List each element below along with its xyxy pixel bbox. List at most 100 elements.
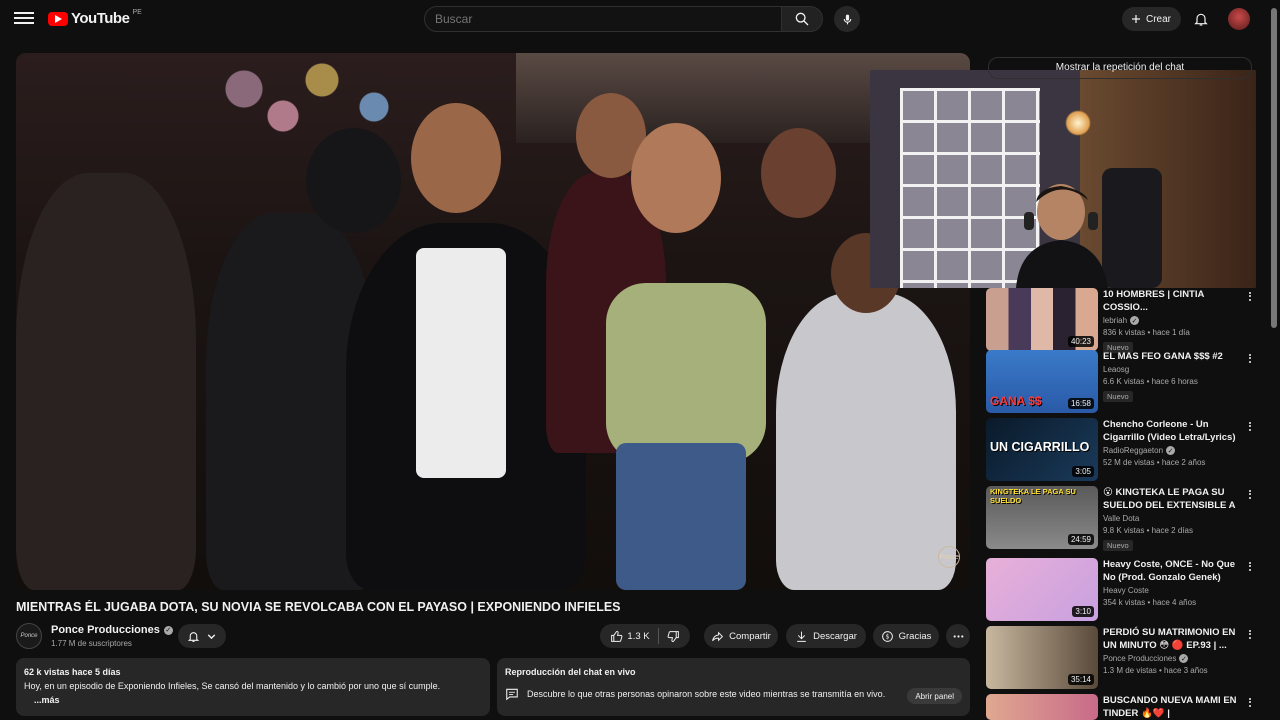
duration-badge: 35:14 — [1067, 674, 1094, 685]
list-item[interactable]: KINGTEKA LE PAGA SU SUELDO 24:59 😮 KINGT… — [986, 486, 1256, 553]
share-button[interactable]: Compartir — [704, 624, 778, 648]
description-more-link[interactable]: ...más — [24, 695, 482, 705]
channel-name: Heavy Coste — [1103, 586, 1149, 595]
notifications-button[interactable] — [1190, 8, 1212, 30]
video-thumbnail[interactable]: 40:23 — [986, 288, 1098, 351]
video-thumbnail[interactable]: 3:10 — [986, 558, 1098, 621]
video-frame-person — [776, 293, 956, 590]
voice-search-button[interactable] — [834, 6, 860, 32]
video-info: 10 HOMBRES | CINTIA COSSIO... lebriah ✓ 8… — [1103, 288, 1241, 355]
more-options-icon[interactable] — [1246, 560, 1254, 574]
duration-badge: 24:59 — [1067, 534, 1094, 545]
video-info: BUSCANDO NUEVA MAMI EN TINDER 🔥❤️ | SACH… — [1103, 694, 1241, 720]
description-box[interactable]: 62 k vistas hace 5 días Hoy, en un episo… — [16, 658, 490, 716]
pip-streamer-overlay[interactable] — [870, 70, 1256, 288]
channel-name-link[interactable]: Ponce Producciones ✓ — [51, 624, 173, 636]
share-label: Compartir — [729, 630, 771, 642]
video-thumbnail[interactable]: KINGTEKA LE PAGA SU SUELDO 24:59 — [986, 486, 1098, 549]
video-thumbnail[interactable]: 35:14 — [986, 626, 1098, 689]
list-item[interactable]: BUSCANDO NUEVA MAMI EN TINDER 🔥❤️ | SACH… — [986, 694, 1256, 720]
menu-icon[interactable] — [14, 9, 34, 29]
duration-badge: 16:58 — [1067, 398, 1094, 409]
logo-country-code: PE — [132, 9, 142, 16]
video-info: PERDIÓ SU MATRIMONIO EN UN MINUTO 😳 🔴 EP… — [1103, 626, 1241, 675]
video-title: Chencho Corleone - Un Cigarrillo (Video … — [1103, 419, 1236, 443]
page-scrollbar[interactable] — [1271, 8, 1277, 328]
owner-row: Ponce Ponce Producciones ✓ 1.77 M de sus… — [16, 622, 970, 650]
video-title: 10 HOMBRES | CINTIA COSSIO... — [1103, 289, 1205, 313]
video-meta: 52 M de vistas • hace 2 años — [1103, 458, 1206, 467]
thanks-icon: $ — [881, 630, 893, 642]
video-info: 😮 KINGTEKA LE PAGA SU SUELDO DEL EXTENSI… — [1103, 486, 1241, 553]
logo-text: YouTube — [71, 10, 130, 27]
channel-name: Ponce Producciones — [51, 624, 160, 636]
more-horizontal-icon — [953, 634, 963, 638]
chat-replay-row: Descubre lo que otras personas opinaron … — [505, 687, 962, 701]
more-options-icon[interactable] — [1246, 488, 1254, 502]
more-actions-button[interactable] — [946, 624, 970, 648]
channel-name: Ponce Producciones — [1103, 654, 1177, 663]
search-icon — [795, 12, 809, 26]
video-meta: 354 k vistas • hace 4 años — [1103, 598, 1197, 607]
list-item[interactable]: UN CIGARRILLO 3:05 Chencho Corleone - Un… — [986, 418, 1256, 482]
channel-name: RadioReggaeton — [1103, 446, 1164, 455]
list-item[interactable]: 40:23 10 HOMBRES | CINTIA COSSIO... lebr… — [986, 288, 1256, 355]
account-avatar[interactable] — [1228, 8, 1250, 30]
more-options-icon[interactable] — [1246, 290, 1254, 304]
video-player[interactable]: Ponce — [16, 53, 970, 590]
new-badge: Nuevo — [1103, 391, 1133, 402]
video-thumbnail[interactable]: GANA $$ 16:58 — [986, 350, 1098, 413]
description-text: Hoy, en un episodio de Exponiendo Infiel… — [24, 681, 441, 691]
video-thumbnail[interactable] — [986, 694, 1098, 720]
channel-name: Leaosg — [1103, 365, 1130, 374]
duration-badge: 3:05 — [1072, 466, 1094, 477]
video-title: PERDIÓ SU MATRIMONIO EN UN MINUTO 😳 🔴 EP… — [1103, 627, 1236, 651]
download-button[interactable]: Descargar — [786, 624, 866, 648]
verified-icon: ✓ — [1179, 654, 1189, 663]
chevron-down-icon — [207, 633, 215, 639]
youtube-play-icon — [48, 11, 68, 26]
ponce-watermark-logo: Ponce — [938, 546, 960, 568]
video-info: Chencho Corleone - Un Cigarrillo (Video … — [1103, 418, 1241, 467]
show-chat-replay-button[interactable]: Mostrar la repetición del chat — [988, 57, 1252, 79]
video-meta: 1.3 M de vistas • hace 3 años — [1103, 666, 1208, 675]
more-options-icon[interactable] — [1246, 628, 1254, 642]
video-frame-person — [606, 283, 766, 463]
subscriber-count: 1.77 M de suscriptores — [51, 639, 132, 648]
more-options-icon[interactable] — [1246, 696, 1254, 710]
youtube-logo[interactable]: YouTube PE — [48, 9, 142, 27]
video-info: EL MAS FEO GANA $$$ #2 Leaosg 6.6 K vist… — [1103, 350, 1241, 404]
bell-icon — [1194, 13, 1208, 26]
more-options-icon[interactable] — [1246, 352, 1254, 366]
search-button[interactable] — [781, 6, 823, 32]
pip-streamer — [1016, 184, 1108, 288]
duration-badge: 3:10 — [1072, 606, 1094, 617]
download-icon — [797, 631, 806, 642]
channel-avatar[interactable]: Ponce — [16, 623, 42, 649]
search-input[interactable] — [424, 6, 782, 32]
like-divider — [657, 628, 659, 644]
verified-icon: ✓ — [163, 625, 173, 635]
video-frame-person — [416, 248, 506, 478]
thumbs-up-icon — [611, 630, 623, 642]
open-panel-button[interactable]: Abrir panel — [907, 688, 962, 704]
video-title: 😮 KINGTEKA LE PAGA SU SUELDO DEL EXTENSI… — [1103, 487, 1236, 511]
thumbnail-text: UN CIGARRILLO — [990, 440, 1090, 454]
list-item[interactable]: 35:14 PERDIÓ SU MATRIMONIO EN UN MINUTO … — [986, 626, 1256, 690]
video-title: EL MAS FEO GANA $$$ #2 — [1103, 351, 1223, 362]
more-options-icon[interactable] — [1246, 420, 1254, 434]
masthead: YouTube PE Crear — [0, 0, 1280, 38]
list-item[interactable]: GANA $$ 16:58 EL MAS FEO GANA $$$ #2 Lea… — [986, 350, 1256, 414]
download-label: Descargar — [813, 630, 857, 642]
thanks-label: Gracias — [898, 630, 932, 642]
like-button[interactable]: 1.3 K — [610, 630, 650, 643]
list-item[interactable]: 3:10 Heavy Coste, ONCE - No Que No (Prod… — [986, 558, 1256, 622]
create-button[interactable]: Crear — [1122, 7, 1182, 31]
thumbnail-text: KINGTEKA LE PAGA SU SUELDO — [990, 487, 1076, 505]
subscription-notification-button[interactable] — [178, 624, 226, 648]
thanks-button[interactable]: $ Gracias — [873, 624, 939, 648]
video-thumbnail[interactable]: UN CIGARRILLO 3:05 — [986, 418, 1098, 481]
dislike-button[interactable] — [667, 630, 680, 643]
video-frame-head — [411, 103, 501, 213]
bell-icon — [187, 631, 199, 642]
